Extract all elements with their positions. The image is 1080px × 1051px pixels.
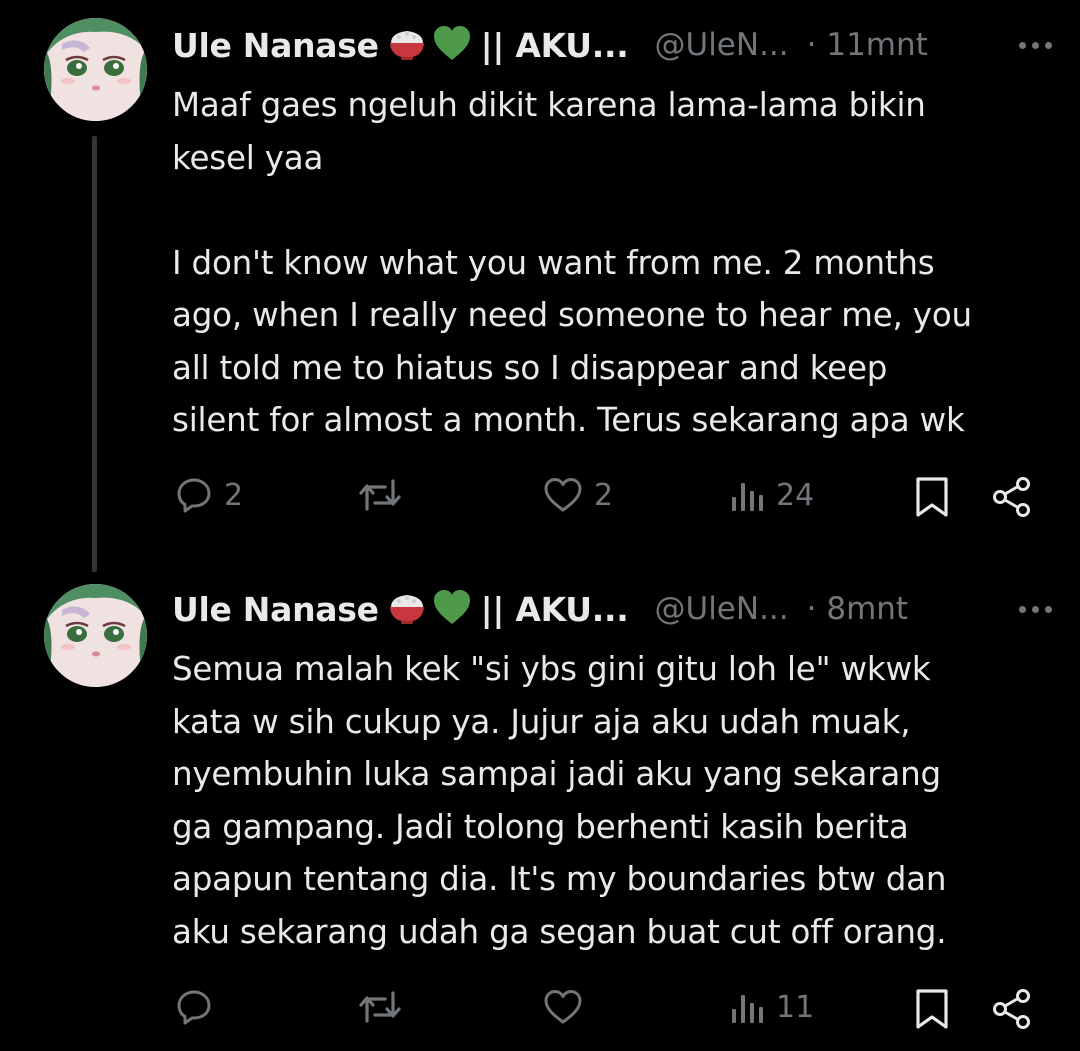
avatar[interactable] bbox=[44, 18, 147, 121]
tweet-text: Semua malah kek "si ybs gini gitu loh le… bbox=[172, 650, 947, 951]
retweet-icon bbox=[357, 475, 403, 515]
green-heart-icon bbox=[431, 587, 473, 631]
retweet-button[interactable] bbox=[357, 475, 403, 515]
tweet-header: Ule Nanase || AKU... @UleN... · 11mnt bbox=[172, 20, 928, 70]
share-icon bbox=[990, 987, 1034, 1031]
views-button[interactable]: 11 bbox=[730, 987, 814, 1027]
like-count: 2 bbox=[594, 477, 614, 513]
handle[interactable]: @UleN... bbox=[655, 591, 789, 627]
bookmark-icon bbox=[914, 475, 950, 519]
action-bar: 2 2 24 bbox=[0, 475, 1080, 525]
reply-button[interactable] bbox=[174, 987, 224, 1027]
timestamp[interactable]: · 11mnt bbox=[807, 27, 928, 63]
bookmark-button[interactable] bbox=[914, 475, 950, 519]
tweet-header: Ule Nanase || AKU... @UleN... · 8mnt bbox=[172, 584, 908, 634]
handle[interactable]: @UleN... bbox=[655, 27, 789, 63]
display-name[interactable]: Ule Nanase bbox=[172, 26, 379, 65]
like-button[interactable] bbox=[542, 987, 594, 1027]
more-options-icon[interactable] bbox=[1019, 606, 1052, 613]
bookmark-button[interactable] bbox=[914, 987, 950, 1031]
like-button[interactable]: 2 bbox=[542, 475, 613, 515]
avatar[interactable] bbox=[44, 584, 147, 687]
reply-icon bbox=[174, 987, 214, 1027]
rice-bowl-icon bbox=[387, 23, 427, 67]
share-button[interactable] bbox=[990, 987, 1034, 1031]
more-options-icon[interactable] bbox=[1019, 42, 1052, 49]
name-suffix: || AKU... bbox=[480, 25, 629, 65]
share-icon bbox=[990, 475, 1034, 519]
heart-icon bbox=[542, 475, 584, 515]
green-heart-icon bbox=[431, 23, 473, 67]
retweet-icon bbox=[357, 987, 403, 1027]
views-button[interactable]: 24 bbox=[730, 475, 814, 515]
action-bar: 11 bbox=[0, 987, 1080, 1037]
retweet-button[interactable] bbox=[357, 987, 403, 1027]
share-button[interactable] bbox=[990, 475, 1034, 519]
reply-button[interactable]: 2 bbox=[174, 475, 243, 515]
reply-icon bbox=[174, 475, 214, 515]
display-name[interactable]: Ule Nanase bbox=[172, 590, 379, 629]
heart-icon bbox=[542, 987, 584, 1027]
reply-count: 2 bbox=[224, 477, 244, 513]
view-count: 24 bbox=[776, 477, 815, 513]
bookmark-icon bbox=[914, 987, 950, 1031]
views-icon bbox=[730, 475, 766, 515]
name-suffix: || AKU... bbox=[480, 589, 629, 629]
view-count: 11 bbox=[776, 989, 815, 1025]
timestamp[interactable]: · 8mnt bbox=[807, 591, 908, 627]
rice-bowl-icon bbox=[387, 587, 427, 631]
tweet-text: Maaf gaes ngeluh dikit karena lama-lama … bbox=[172, 86, 972, 439]
views-icon bbox=[730, 987, 766, 1027]
